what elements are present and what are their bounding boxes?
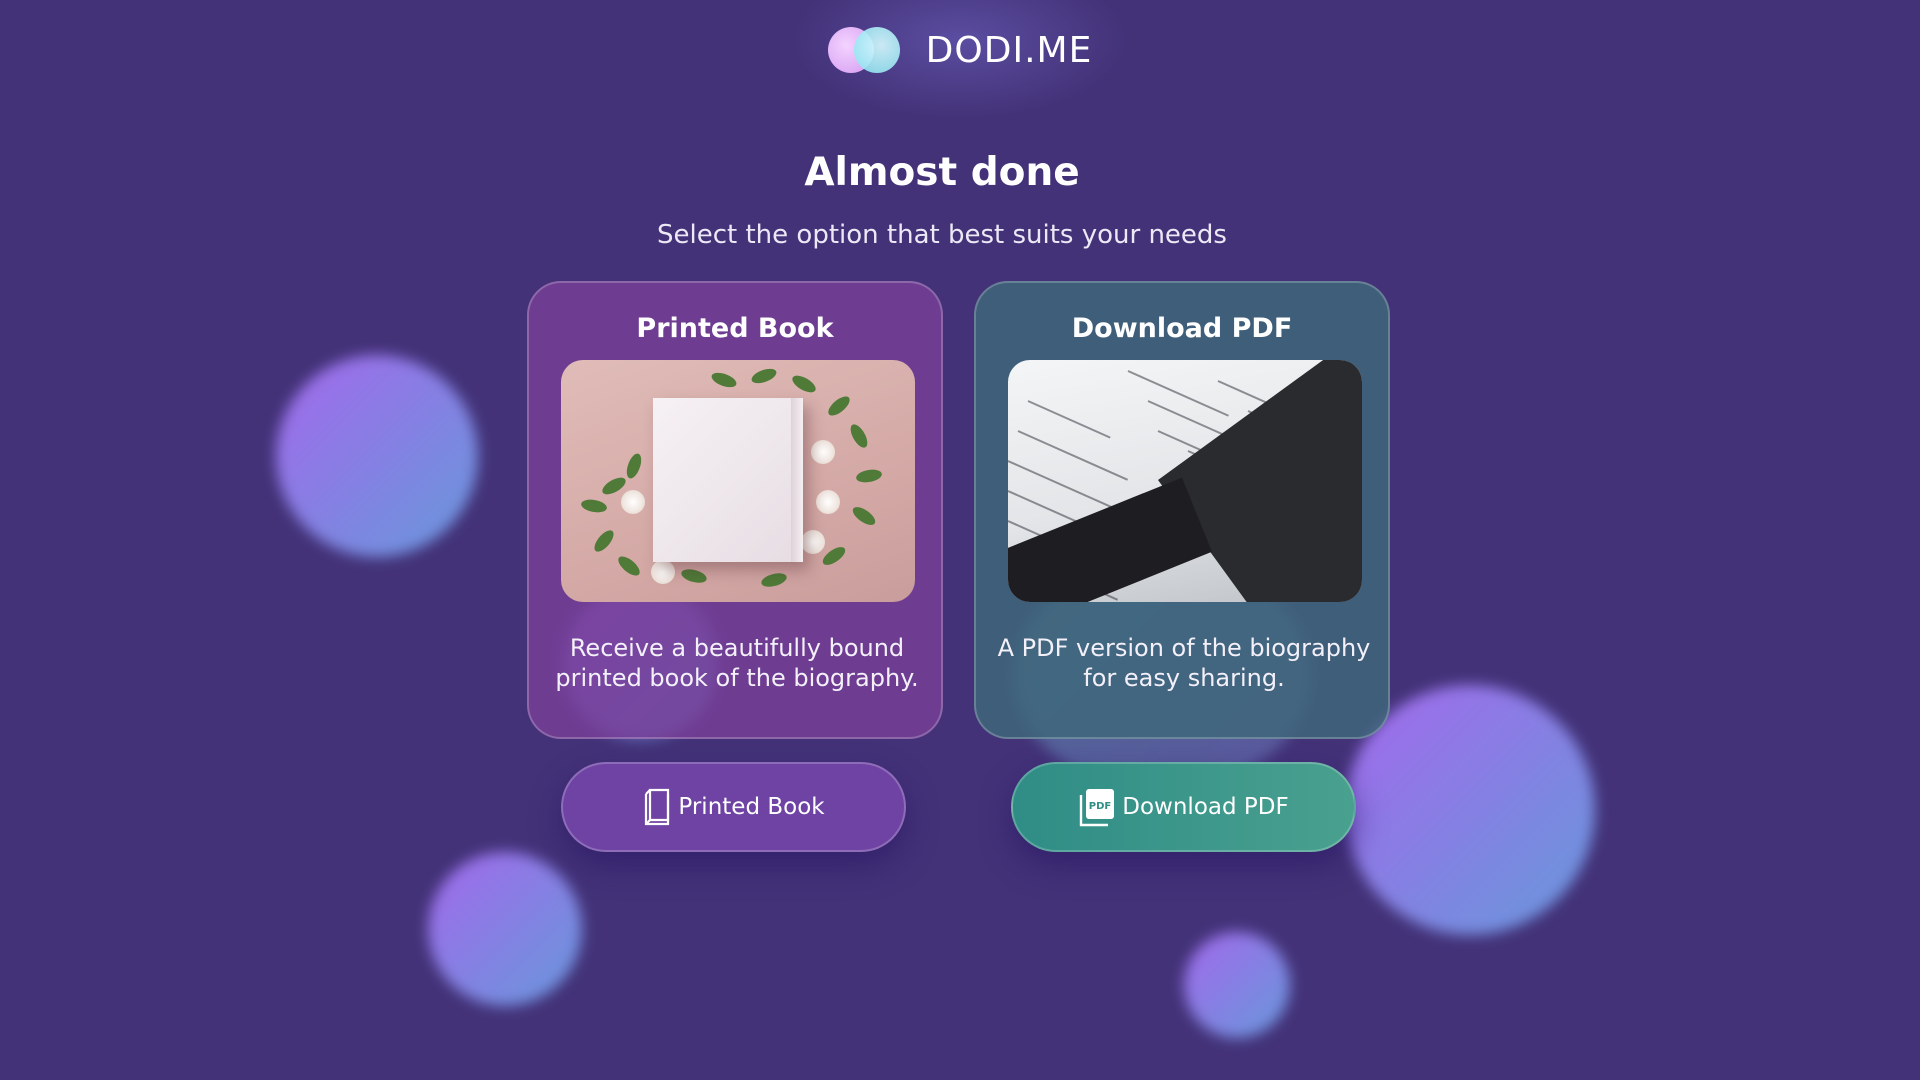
printed-book-button[interactable]: Printed Book — [561, 762, 906, 852]
dodi-logo-icon[interactable] — [827, 25, 904, 75]
button-label: Download PDF — [1122, 794, 1289, 820]
book-spine — [791, 398, 803, 562]
card-title: Download PDF — [1071, 313, 1293, 344]
card-description: A PDF version of the biography for easy … — [997, 634, 1371, 692]
option-card-printed-book[interactable]: Printed Book Receive a beautifully bound… — [527, 281, 943, 739]
pdf-file-icon: PDF — [1078, 787, 1116, 827]
brand-name[interactable]: DODI.ME — [926, 30, 1093, 71]
card-description: Receive a beautifully bound printed book… — [555, 634, 919, 692]
brand-header: DODI.ME — [0, 20, 1920, 80]
download-pdf-button[interactable]: PDF Download PDF — [1011, 762, 1356, 852]
option-card-download-pdf[interactable]: Download PDF A PDF version of the biogra… — [974, 281, 1390, 739]
pdf-laptop-photo — [1008, 360, 1362, 602]
button-label: Printed Book — [678, 794, 825, 820]
svg-text:PDF: PDF — [1089, 801, 1111, 812]
printed-book-photo — [561, 360, 915, 602]
page-subtitle: Select the option that best suits your n… — [657, 220, 1227, 250]
page-title: Almost done — [804, 150, 1080, 195]
decorative-bubble — [428, 852, 582, 1006]
decorative-bubble — [276, 355, 478, 557]
page: DODI.ME Almost done Select the option th… — [0, 0, 1920, 1080]
laptop-bezel — [1008, 477, 1212, 602]
decorative-bubble — [1184, 932, 1290, 1038]
book-icon — [642, 788, 672, 826]
book-cover — [653, 398, 803, 562]
card-title: Printed Book — [636, 313, 834, 344]
